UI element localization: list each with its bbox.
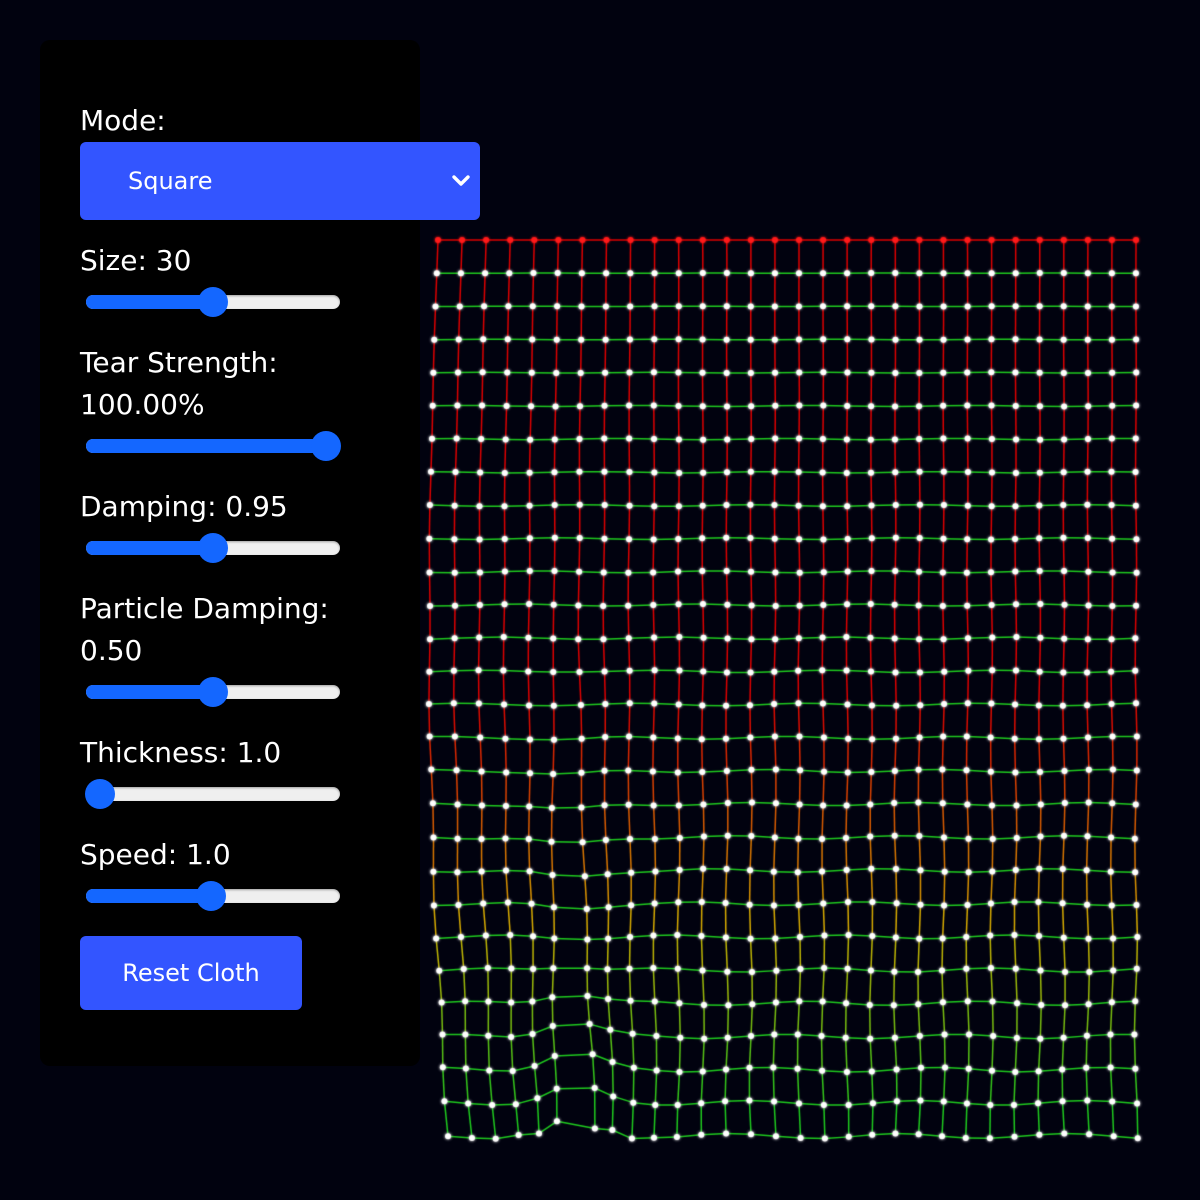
tear-strength-value: 100.00% <box>80 388 205 421</box>
speed-slider-thumb[interactable] <box>195 881 226 911</box>
particle-damping-slider[interactable] <box>86 677 340 707</box>
tear-strength-slider-thumb[interactable] <box>311 431 341 461</box>
damping-slider-fill <box>86 541 213 555</box>
size-label: Size: 30 <box>80 244 192 277</box>
tear-strength-label: Tear Strength: <box>80 346 278 379</box>
size-slider[interactable] <box>86 287 340 317</box>
speed-slider-fill <box>86 889 211 903</box>
size-slider-thumb[interactable] <box>198 287 228 317</box>
speed-slider[interactable] <box>86 881 340 911</box>
thickness-slider[interactable] <box>85 779 340 809</box>
simulation-stage: Mode: Square Size: 30 Tear Strength: 100… <box>0 0 1200 1200</box>
mode-select-value: Square <box>128 167 213 195</box>
thickness-label: Thickness: 1.0 <box>80 736 282 769</box>
particle-damping-slider-thumb[interactable] <box>198 677 228 707</box>
particle-damping-slider-fill <box>86 685 213 699</box>
mode-select[interactable]: Square <box>80 142 480 220</box>
chevron-down-icon <box>452 175 470 186</box>
tear-strength-slider-fill <box>86 439 326 453</box>
particle-damping-value: 0.50 <box>80 634 143 667</box>
thickness-slider-track <box>86 787 340 801</box>
speed-label: Speed: 1.0 <box>80 838 231 871</box>
reset-cloth-button[interactable]: Reset Cloth <box>80 936 302 1010</box>
thickness-slider-thumb[interactable] <box>85 779 115 809</box>
size-slider-fill <box>86 295 213 309</box>
damping-slider[interactable] <box>86 533 340 563</box>
damping-label: Damping: 0.95 <box>80 490 288 523</box>
mode-label: Mode: <box>80 104 166 137</box>
damping-slider-thumb[interactable] <box>198 533 228 563</box>
tear-strength-slider[interactable] <box>86 431 341 461</box>
particle-damping-label: Particle Damping: <box>80 592 329 625</box>
